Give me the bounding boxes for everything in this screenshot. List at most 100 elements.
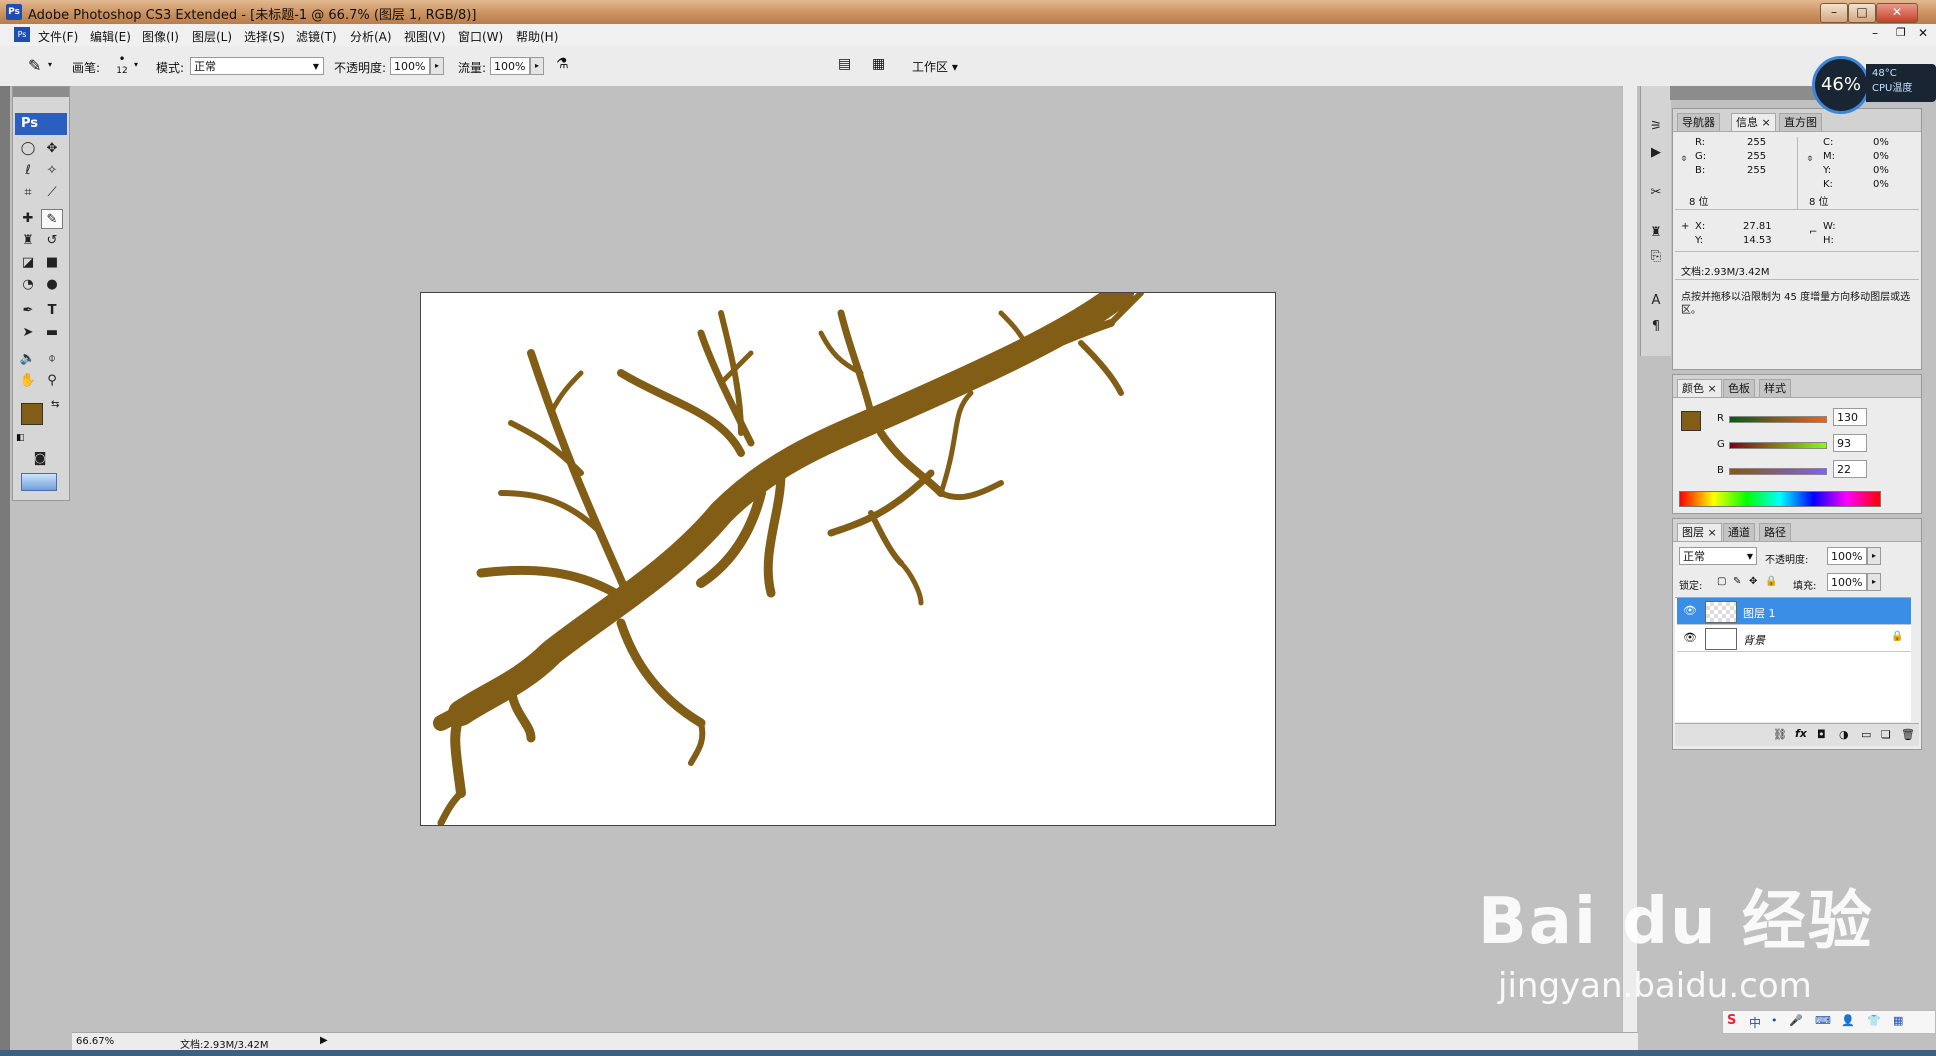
flow-input[interactable]: 100% [490,57,530,75]
history-panel-icon[interactable]: ⚞ [1645,116,1667,138]
lock-pixels-icon[interactable]: ✎ [1733,576,1741,587]
mask-icon[interactable]: ◘ [1817,728,1826,741]
group-icon[interactable]: ▭ [1861,728,1871,741]
cpu-meter[interactable]: 46% [1812,56,1870,114]
type-tool-icon[interactable]: T [41,301,63,321]
minimize-button[interactable]: – [1820,3,1848,23]
brush-picker[interactable]: • 12 [112,52,132,80]
toolbox-header[interactable] [13,87,69,97]
foreground-color-swatch[interactable] [21,403,43,425]
color-r-input[interactable]: 130 [1833,408,1867,426]
path-selection-tool-icon[interactable]: ➤ [17,323,39,343]
brush-tool-icon[interactable]: ✎ [41,209,63,229]
healing-brush-tool-icon[interactable]: ✚ [17,209,39,229]
quick-mask-icon[interactable]: ◙ [29,449,51,469]
menu-help[interactable]: 帮助(H) [516,28,558,45]
menu-image[interactable]: 图像(I) [142,28,179,45]
maximize-button[interactable]: □ [1848,3,1876,23]
tab-navigator[interactable]: 导航器 [1677,113,1720,131]
lasso-tool-icon[interactable]: ℓ [17,161,39,181]
ime-user-icon[interactable]: 👤 [1841,1014,1855,1027]
clone-stamp-tool-icon[interactable]: ♜ [17,231,39,251]
eyedropper-cmyk-icon[interactable]: ⌽ [1807,153,1813,164]
ime-toolbar[interactable]: S 中 • 🎤 ⌨ 👤 👕 ▦ [1722,1010,1936,1034]
blend-mode-select[interactable]: 正常 ▼ [1679,547,1757,565]
doc-minimize-button[interactable]: – [1872,26,1878,40]
status-doc-size[interactable]: 文档:2.93M/3.42M [180,1036,269,1051]
eyedropper-tool-icon[interactable]: ⌽ [41,349,63,369]
layer-row-background[interactable]: 👁 背景 🔒 [1677,625,1911,652]
link-icon[interactable]: ⛓ [1773,728,1787,741]
brush-tool-icon[interactable]: ✎ [28,56,41,75]
shape-tool-icon[interactable]: ▬ [41,323,63,343]
document-canvas[interactable] [420,292,1276,826]
slice-tool-icon[interactable]: ⟋ [41,183,63,203]
status-menu-arrow-icon[interactable]: ▶ [320,1035,328,1046]
marquee-tool-icon[interactable]: ◯ [17,139,39,159]
pen-tool-icon[interactable]: ✒ [17,301,39,321]
layer-name[interactable]: 背景 [1743,632,1765,648]
lock-position-icon[interactable]: ✥ [1749,576,1757,587]
move-tool-icon[interactable]: ✥ [41,139,63,159]
brushes-panel-icon[interactable]: ♜ [1645,222,1667,244]
menu-edit[interactable]: 编辑(E) [90,28,131,45]
tool-preset-dropdown[interactable]: ▾ [48,60,52,69]
color-g-slider[interactable] [1729,442,1827,449]
layer-row-layer1[interactable]: 👁 图层 1 [1677,598,1911,625]
crop-tool-icon[interactable]: ⌗ [17,183,39,203]
fill-slider-button[interactable]: ▸ [1867,573,1881,591]
layer-name[interactable]: 图层 1 [1743,605,1776,621]
lock-transparency-icon[interactable]: ▢ [1717,576,1726,587]
trash-icon[interactable]: 🗑 [1901,728,1915,741]
color-r-slider[interactable] [1729,416,1827,423]
history-brush-tool-icon[interactable]: ↺ [41,231,63,251]
menu-layer[interactable]: 图层(L) [192,28,232,45]
ime-tools-icon[interactable]: ▦ [1893,1014,1903,1027]
opacity-slider-button[interactable]: ▸ [430,57,444,75]
airbrush-icon[interactable]: ⚗ [556,56,569,72]
blur-tool-icon[interactable]: ◔ [17,275,39,295]
close-button[interactable]: ✕ [1876,3,1918,23]
layer-opacity-input[interactable]: 100% [1827,547,1867,565]
new-layer-icon[interactable]: ❏ [1881,728,1891,741]
menu-filter[interactable]: 滤镜(T) [296,28,337,45]
default-colors-icon[interactable]: ◧ [16,433,25,443]
doc-close-button[interactable]: ✕ [1918,26,1928,40]
sogou-icon[interactable]: S [1727,1013,1736,1028]
tab-swatches[interactable]: 色板 [1723,379,1755,397]
ime-skin-icon[interactable]: 👕 [1867,1014,1881,1027]
lock-all-icon[interactable]: 🔒 [1765,576,1777,587]
color-b-input[interactable]: 22 [1833,460,1867,478]
tab-histogram[interactable]: 直方图 [1779,113,1822,131]
color-g-input[interactable]: 93 [1833,434,1867,452]
clone-source-icon[interactable]: ⎘ [1645,246,1667,268]
hand-tool-icon[interactable]: ✋ [17,371,39,391]
flow-slider-button[interactable]: ▸ [530,57,544,75]
layer-opacity-slider-button[interactable]: ▸ [1867,547,1881,565]
tab-paths[interactable]: 路径 [1759,523,1791,541]
tab-styles[interactable]: 样式 [1759,379,1791,397]
tab-color[interactable]: 颜色 × [1677,379,1722,397]
ime-mic-icon[interactable]: 🎤 [1789,1014,1803,1027]
brush-dropdown-icon[interactable]: ▾ [134,60,138,69]
menu-analysis[interactable]: 分析(A) [350,28,392,45]
visibility-eye-icon[interactable]: 👁 [1683,631,1697,644]
color-fg-swatch[interactable] [1681,411,1701,431]
gradient-tool-icon[interactable]: ■ [41,253,63,273]
tab-channels[interactable]: 通道 [1723,523,1755,541]
eyedropper-rgb-icon[interactable]: ⌽ [1681,153,1687,164]
ime-keyboard-icon[interactable]: ⌨ [1815,1014,1831,1027]
palette-well-icon[interactable]: ▤ [838,56,851,72]
ime-punct-icon[interactable]: • [1771,1014,1778,1027]
opacity-input[interactable]: 100% [390,57,430,75]
menu-window[interactable]: 窗口(W) [458,28,503,45]
notes-tool-icon[interactable]: 🔈 [17,349,39,369]
workspace-menu[interactable]: 工作区 ▾ [912,58,958,75]
paragraph-panel-icon[interactable]: ¶ [1645,316,1667,338]
ime-mode-icon[interactable]: 中 [1749,1014,1761,1031]
zoom-level[interactable]: 66.67% [76,1036,114,1047]
tab-info[interactable]: 信息 × [1731,113,1776,131]
dodge-tool-icon[interactable]: ● [41,275,63,295]
color-b-slider[interactable] [1729,468,1827,475]
character-panel-icon[interactable]: A [1645,290,1667,312]
